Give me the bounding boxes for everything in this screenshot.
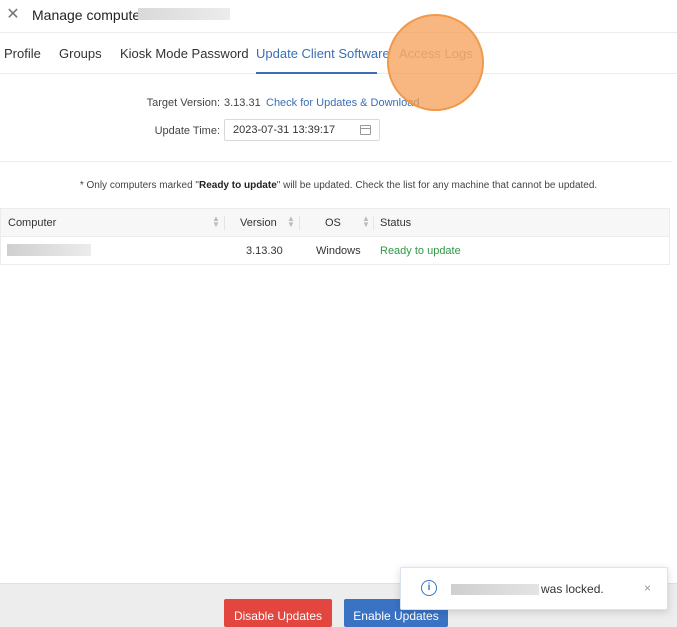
section-divider [0, 161, 672, 162]
redacted-computer-name [138, 8, 230, 20]
column-header-version[interactable]: Version [240, 217, 277, 229]
tab-update-client-software[interactable]: Update Client Software [256, 46, 390, 61]
note-suffix: " will be updated. Check the list for an… [276, 180, 598, 191]
redacted-computer-name [451, 584, 539, 595]
calendar-icon[interactable] [360, 125, 371, 135]
tab-profile[interactable]: Profile [4, 46, 41, 61]
tab-access-logs[interactable]: Access Logs [399, 46, 473, 61]
notification-toast: i was locked. × [400, 567, 668, 610]
toast-message: was locked. [541, 582, 604, 596]
dialog-title: Manage computer: [32, 7, 149, 23]
update-time-field[interactable]: 2023-07-31 13:39:17 [224, 119, 380, 141]
dialog-header: ✕ Manage computer: [0, 0, 677, 33]
check-for-updates-link[interactable]: Check for Updates & Download [266, 97, 419, 109]
redacted-computer-name [7, 244, 91, 256]
info-icon: i [421, 580, 437, 596]
column-separator [299, 216, 300, 230]
note-bold: Ready to update [198, 180, 277, 191]
update-time-label: Update Time: [154, 125, 220, 137]
table-header: Computer ▲ ▼ Version ▲ ▼ OS ▲ ▼ Status [1, 209, 669, 237]
cell-version: 3.13.30 [246, 245, 283, 257]
close-icon[interactable]: ✕ [6, 6, 20, 24]
column-separator [373, 216, 374, 230]
column-header-status[interactable]: Status [380, 217, 411, 229]
tab-bar: Profile Groups Kiosk Mode Password Updat… [0, 34, 677, 74]
column-header-os[interactable]: OS [325, 217, 341, 229]
target-version-value: 3.13.31 [224, 97, 261, 109]
column-separator [224, 216, 225, 230]
sort-icon[interactable]: ▲ ▼ [287, 215, 295, 229]
disable-updates-button[interactable]: Disable Updates [224, 599, 332, 627]
tab-kiosk-mode-password[interactable]: Kiosk Mode Password [120, 46, 249, 61]
active-tab-indicator [256, 72, 377, 74]
update-time-value: 2023-07-31 13:39:17 [233, 124, 336, 136]
tab-groups[interactable]: Groups [59, 46, 102, 61]
sort-icon[interactable]: ▲ ▼ [362, 215, 370, 229]
target-version-label: Target Version: [146, 97, 220, 109]
close-icon[interactable]: × [644, 581, 651, 595]
update-note: * Only computers marked "Ready to update… [0, 180, 677, 191]
computers-table: Computer ▲ ▼ Version ▲ ▼ OS ▲ ▼ Status 3.13… [0, 208, 670, 265]
cell-status: Ready to update [380, 245, 461, 257]
sort-icon[interactable]: ▲ ▼ [212, 215, 220, 229]
cell-os: Windows [316, 245, 361, 257]
table-row[interactable]: 3.13.30 Windows Ready to update [1, 237, 669, 265]
column-header-computer[interactable]: Computer [8, 217, 56, 229]
note-prefix: * Only computers marked " [79, 180, 199, 191]
